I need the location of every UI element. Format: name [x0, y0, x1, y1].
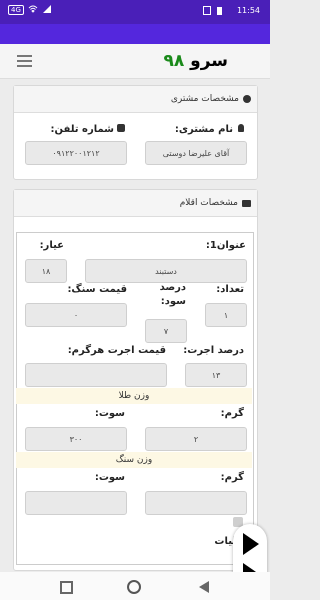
brand-number: ۹۸	[163, 51, 185, 71]
profit-field[interactable]: ۷	[145, 319, 187, 343]
status-time: 11:54	[236, 6, 260, 15]
menu-icon[interactable]	[17, 55, 32, 67]
status-bar: 4G 11:54	[0, 0, 270, 24]
brand-text: سرو	[190, 51, 228, 71]
system-nav-bar	[0, 572, 270, 600]
item-title-label: عنوان1:	[205, 240, 246, 251]
item-title-field[interactable]: دستبند	[85, 259, 247, 283]
back-icon[interactable]	[199, 581, 209, 593]
count-label: تعداد:	[216, 284, 244, 295]
gold-weight-heading: وزن طلا	[16, 388, 252, 404]
notification-icon	[203, 6, 211, 15]
wage-per-gram-field[interactable]	[25, 363, 167, 387]
items-card-title: مشخصات اقلام	[179, 198, 238, 208]
wifi-icon	[28, 5, 38, 15]
phone-icon	[117, 124, 125, 132]
ayar-field[interactable]: ۱۸	[25, 259, 67, 283]
gold-sot-field[interactable]: ۳۰۰	[25, 427, 127, 451]
play-icon	[243, 533, 259, 555]
count-field[interactable]: ۱	[205, 303, 247, 327]
customer-name-label: نام مشتری:	[174, 124, 233, 135]
home-icon[interactable]	[127, 580, 141, 594]
phone-label: شماره تلفن:	[50, 124, 114, 135]
stone-price-field[interactable]: ۰	[25, 303, 127, 327]
toolbar-strip	[0, 24, 270, 44]
gold-gram-label: گرم:	[220, 408, 244, 419]
stone-gram-field[interactable]	[145, 491, 247, 515]
gold-gram-field[interactable]: ۲	[145, 427, 247, 451]
profit-label: درصد سود:	[159, 282, 186, 307]
app-logo: ۹۸ سرو	[163, 51, 228, 71]
customer-name-field[interactable]: آقای علیرضا دوستی	[145, 141, 247, 165]
stone-sot-field[interactable]	[25, 491, 127, 515]
stone-price-label: قیمت سنگ:	[67, 284, 127, 295]
stone-gram-label: گرم:	[220, 472, 244, 483]
wage-percent-field[interactable]: ۱۳	[185, 363, 247, 387]
gold-sot-label: سوت:	[94, 408, 125, 419]
wage-percent-label: درصد اجرت:	[183, 345, 244, 356]
customer-card-header: مشخصات مشتری	[14, 86, 257, 113]
user-icon	[238, 124, 244, 132]
customer-card-title: مشخصات مشتری	[170, 94, 239, 104]
battery-icon	[217, 6, 222, 15]
items-card-header: مشخصات اقلام	[14, 190, 257, 217]
user-circle-icon	[243, 95, 251, 103]
cart-icon	[242, 199, 251, 207]
recents-icon[interactable]	[60, 581, 73, 594]
network-badge: 4G	[8, 5, 24, 15]
wage-per-gram-label: قیمت اجرت هرگرم:	[67, 345, 166, 356]
stone-sot-label: سوت:	[94, 472, 125, 483]
signal-icon	[42, 5, 51, 15]
phone-field[interactable]: ۰۹۱۲۲۰۰۱۲۱۲	[25, 141, 127, 165]
app-header: ۹۸ سرو	[0, 44, 270, 79]
stone-weight-heading: وزن سنگ	[16, 452, 252, 468]
ayar-label: عیار:	[39, 240, 64, 251]
